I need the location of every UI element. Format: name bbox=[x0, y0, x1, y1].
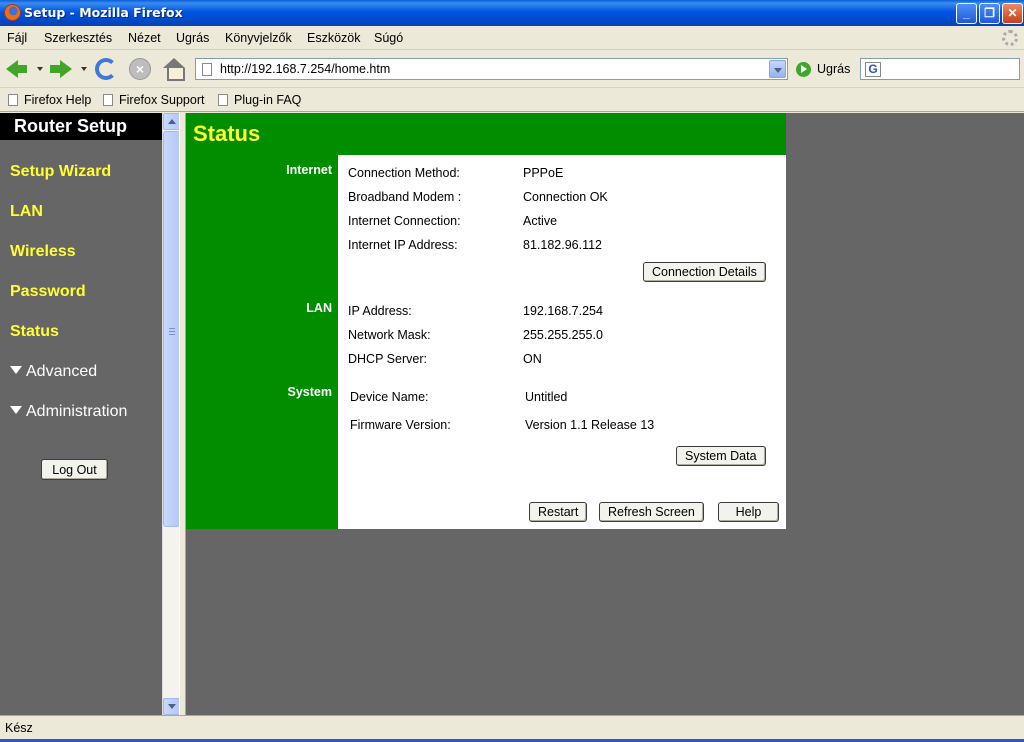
url-bar[interactable]: http://192.168.7.254/home.htm bbox=[195, 58, 788, 80]
menu-bookmarks[interactable]: Könyvjelzők bbox=[225, 31, 292, 45]
sidebar-expand-administration[interactable]: Administration bbox=[10, 403, 127, 421]
field-value: 192.168.7.254 bbox=[523, 304, 603, 318]
status-content-area bbox=[338, 155, 786, 529]
home-icon[interactable] bbox=[163, 58, 185, 81]
forward-history-dropdown-icon[interactable] bbox=[81, 67, 87, 71]
field-value: ON bbox=[523, 352, 542, 366]
go-arrow-icon[interactable] bbox=[796, 62, 811, 77]
stop-icon[interactable]: × bbox=[129, 58, 151, 80]
search-input[interactable]: G bbox=[860, 58, 1020, 80]
menu-view[interactable]: Nézet bbox=[128, 31, 161, 45]
sidebar-link-wireless[interactable]: Wireless bbox=[10, 243, 76, 261]
menu-tools[interactable]: Eszközök bbox=[307, 31, 361, 45]
field-label: Device Name: bbox=[350, 390, 429, 404]
sidebar-link-status[interactable]: Status bbox=[10, 323, 59, 341]
go-label[interactable]: Ugrás bbox=[817, 62, 850, 76]
field-value: Connection OK bbox=[523, 190, 608, 204]
bookmark-plugin-faq[interactable]: Plug-in FAQ bbox=[218, 93, 301, 107]
bookmark-label[interactable]: Firefox Help bbox=[24, 93, 91, 107]
status-panel: Status Internet Connection Method: PPPoE… bbox=[186, 113, 786, 529]
sidebar-link-lan[interactable]: LAN bbox=[10, 203, 43, 221]
bookmarks-toolbar: Firefox Help Firefox Support Plug-in FAQ bbox=[0, 89, 1024, 112]
refresh-screen-button[interactable]: Refresh Screen bbox=[599, 502, 704, 522]
field-value: 81.182.96.112 bbox=[523, 238, 603, 252]
title-bar: Setup - Mozilla Firefox _ ❐ ✕ bbox=[0, 0, 1024, 26]
scrollbar-thumb[interactable] bbox=[163, 131, 180, 527]
sidebar-link-setup-wizard[interactable]: Setup Wizard bbox=[10, 163, 111, 181]
scroll-down-icon[interactable] bbox=[163, 698, 180, 715]
field-label: Internet IP Address: bbox=[348, 238, 458, 252]
page-title: Status bbox=[193, 121, 261, 146]
sidebar-expand-advanced[interactable]: Advanced bbox=[10, 363, 97, 381]
sidebar-expand-label[interactable]: Administration bbox=[26, 403, 127, 420]
connection-details-button[interactable]: Connection Details bbox=[643, 262, 766, 282]
url-text[interactable]: http://192.168.7.254/home.htm bbox=[220, 62, 390, 76]
navigation-toolbar: × http://192.168.7.254/home.htm Ugrás G bbox=[0, 50, 1024, 88]
google-search-engine-icon[interactable]: G bbox=[865, 62, 881, 77]
system-data-button[interactable]: System Data bbox=[676, 446, 766, 466]
section-heading-system: System bbox=[287, 385, 332, 399]
field-label: DHCP Server: bbox=[348, 352, 427, 366]
section-heading-lan: LAN bbox=[306, 301, 332, 315]
field-value: Version 1.1 Release 13 bbox=[525, 418, 655, 432]
sidebar-link-password[interactable]: Password bbox=[10, 283, 86, 301]
frame-divider[interactable] bbox=[179, 113, 186, 715]
section-heading-internet: Internet bbox=[286, 163, 332, 177]
field-label: Internet Connection: bbox=[348, 214, 461, 228]
firefox-icon bbox=[4, 4, 21, 21]
sidebar-brand: Router Setup bbox=[0, 113, 162, 140]
bookmark-firefox-support[interactable]: Firefox Support bbox=[103, 93, 204, 107]
page-icon bbox=[202, 63, 212, 76]
field-label: Broadband Modem : bbox=[348, 190, 462, 204]
minimize-button[interactable]: _ bbox=[956, 3, 977, 24]
reload-icon[interactable] bbox=[95, 58, 117, 80]
field-value: Active bbox=[523, 214, 558, 228]
field-value: 255.255.255.0 bbox=[523, 328, 603, 342]
status-text: Kész bbox=[5, 721, 33, 735]
help-button[interactable]: Help bbox=[718, 502, 779, 522]
field-label: Firmware Version: bbox=[350, 418, 451, 432]
window-title: Setup - Mozilla Firefox bbox=[24, 5, 183, 20]
menu-help[interactable]: Súgó bbox=[374, 31, 403, 45]
restore-button[interactable]: ❐ bbox=[979, 3, 1000, 24]
field-value: Untitled bbox=[525, 390, 568, 404]
page-icon bbox=[8, 94, 18, 106]
triangle-down-icon bbox=[10, 406, 22, 414]
throbber-icon bbox=[1002, 30, 1018, 46]
field-label: Network Mask: bbox=[348, 328, 431, 342]
menu-go[interactable]: Ugrás bbox=[176, 31, 209, 45]
forward-arrow-icon[interactable] bbox=[50, 58, 72, 80]
sidebar-frame: Router Setup Setup Wizard LAN Wireless P… bbox=[0, 113, 162, 715]
sidebar-scrollbar[interactable] bbox=[162, 113, 180, 715]
main-frame: Status Internet Connection Method: PPPoE… bbox=[186, 113, 1024, 715]
bookmark-firefox-help[interactable]: Firefox Help bbox=[8, 93, 91, 107]
triangle-down-icon bbox=[10, 366, 22, 374]
grip-icon bbox=[169, 328, 175, 335]
field-label: IP Address: bbox=[348, 304, 412, 318]
logout-button[interactable]: Log Out bbox=[41, 459, 108, 480]
close-button[interactable]: ✕ bbox=[1002, 3, 1023, 24]
field-value: PPPoE bbox=[523, 166, 564, 180]
back-history-dropdown-icon[interactable] bbox=[37, 67, 43, 71]
bookmark-label[interactable]: Plug-in FAQ bbox=[234, 93, 301, 107]
back-arrow-icon[interactable] bbox=[6, 58, 28, 80]
menu-bar: Fájl Szerkesztés Nézet Ugrás Könyvjelzők… bbox=[0, 26, 1024, 50]
restart-button[interactable]: Restart bbox=[529, 502, 588, 522]
menu-edit[interactable]: Szerkesztés bbox=[44, 31, 112, 45]
page-icon bbox=[218, 94, 228, 106]
scroll-up-icon[interactable] bbox=[163, 113, 180, 130]
status-bar: Kész bbox=[0, 715, 1024, 742]
url-history-dropdown-icon[interactable] bbox=[769, 60, 786, 78]
field-label: Connection Method: bbox=[348, 166, 460, 180]
menu-file[interactable]: Fájl bbox=[7, 31, 27, 45]
bookmark-label[interactable]: Firefox Support bbox=[119, 93, 204, 107]
sidebar-expand-label[interactable]: Advanced bbox=[26, 363, 97, 380]
page-icon bbox=[103, 94, 113, 106]
